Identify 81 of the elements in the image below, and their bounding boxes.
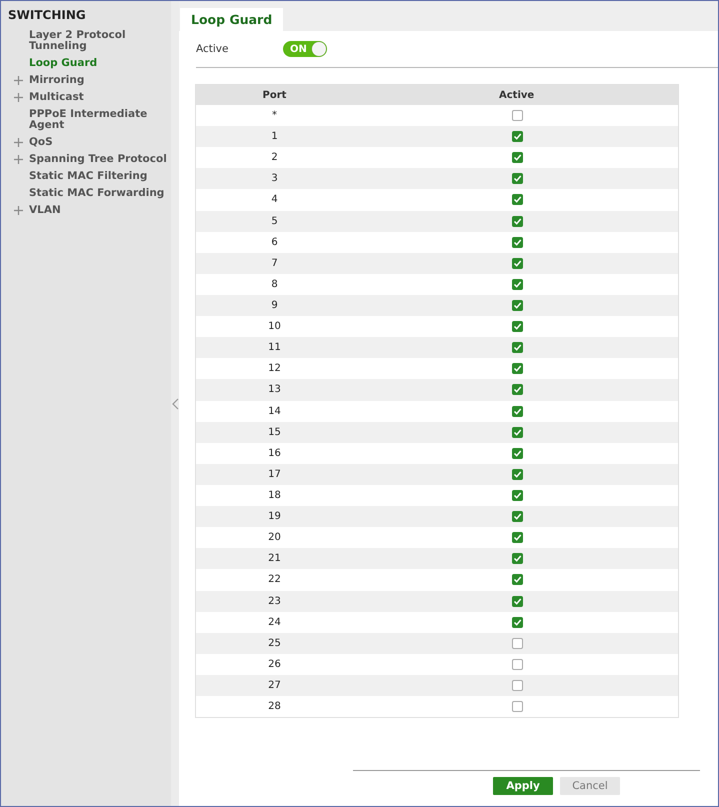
- table-cell-text: 22: [267, 574, 282, 586]
- table-cell-text: 26: [267, 658, 282, 670]
- checkbox[interactable]: [512, 490, 523, 502]
- table-cell-text: 16: [267, 448, 282, 459]
- collapse-chevron-icon[interactable]: [172, 398, 178, 410]
- table-cell-text: *: [271, 110, 278, 122]
- checkbox[interactable]: [512, 216, 523, 227]
- checkbox[interactable]: [512, 448, 523, 459]
- checkbox[interactable]: [512, 532, 523, 544]
- checkbox[interactable]: [512, 152, 523, 164]
- checkbox[interactable]: [512, 426, 523, 438]
- checkbox[interactable]: [512, 258, 523, 269]
- sidebar-item[interactable]: Layer 2 Protocol Tunneling: [1, 28, 171, 56]
- tab[interactable]: Loop Guard: [180, 8, 284, 31]
- checkbox[interactable]: [512, 173, 523, 184]
- sidebar-item[interactable]: Static MAC Filtering: [1, 169, 171, 186]
- table-cell-text: 12: [267, 363, 282, 374]
- checkbox[interactable]: [512, 553, 523, 564]
- table-cell-text: 9: [270, 300, 279, 312]
- checkbox[interactable]: [512, 384, 523, 396]
- cancel-button[interactable]: Cancel: [560, 777, 620, 795]
- table-cell-text: 21: [267, 553, 282, 564]
- checkbox[interactable]: [512, 468, 523, 480]
- checkbox[interactable]: [512, 342, 523, 354]
- sidebar-item[interactable]: VLAN: [1, 203, 171, 220]
- plus-icon: [14, 93, 23, 102]
- table-cell-text: 23: [267, 596, 282, 607]
- sidebar-item[interactable]: Spanning Tree Protocol: [1, 152, 171, 169]
- checkbox[interactable]: [512, 131, 523, 142]
- checkbox[interactable]: [512, 278, 523, 290]
- active-label: Active: [196, 43, 230, 55]
- table-cell-text: 28: [267, 701, 282, 712]
- table-cell-text: 5: [270, 216, 279, 227]
- checkbox[interactable]: [512, 701, 523, 712]
- table-cell-text: 13: [267, 384, 282, 396]
- checkbox[interactable]: [512, 236, 523, 248]
- apply-button[interactable]: Apply: [493, 777, 553, 795]
- sidebar-item[interactable]: Multicast: [1, 90, 171, 107]
- sidebar-item[interactable]: PPPoE Intermediate Agent: [1, 107, 171, 135]
- table-cell-text: 6: [270, 236, 279, 248]
- table-cell-text: 3: [270, 173, 279, 184]
- table-cell-text: 25: [267, 638, 282, 649]
- table-cell-text: 17: [267, 468, 282, 480]
- checkbox[interactable]: [512, 574, 523, 586]
- table-cell-text: 18: [267, 490, 282, 502]
- table-cell-text: 10: [267, 321, 282, 332]
- plus-icon: [14, 138, 23, 147]
- checkbox[interactable]: [512, 511, 523, 522]
- checkbox[interactable]: [512, 638, 523, 649]
- table-cell-text: 15: [267, 426, 282, 438]
- table-cell-text: 24: [267, 616, 282, 628]
- plus-icon: [14, 206, 23, 215]
- table-cell-text: 19: [267, 511, 282, 522]
- table-cell-text: 2: [270, 152, 279, 164]
- sidebar-item[interactable]: Loop Guard: [1, 56, 171, 73]
- checkbox[interactable]: [512, 596, 523, 607]
- checkbox[interactable]: [512, 110, 523, 122]
- table-cell-text: 7: [270, 258, 279, 269]
- checkbox[interactable]: [512, 194, 523, 206]
- sidebar-title: SWITCHING: [7, 8, 87, 22]
- checkbox[interactable]: [512, 363, 523, 374]
- column-header: Active: [498, 90, 536, 100]
- table-cell-text: 20: [267, 532, 282, 544]
- sidebar-item[interactable]: Static MAC Forwarding: [1, 186, 171, 203]
- checkbox[interactable]: [512, 658, 523, 670]
- table-cell-text: 11: [267, 342, 282, 354]
- table-cell-text: 14: [267, 406, 282, 417]
- plus-icon: [14, 155, 23, 164]
- sidebar-item[interactable]: Mirroring: [1, 73, 171, 90]
- table-cell-text: 4: [270, 194, 279, 206]
- checkbox[interactable]: [512, 406, 523, 417]
- checkbox[interactable]: [512, 321, 523, 332]
- column-header: Port: [262, 90, 288, 100]
- checkbox[interactable]: [512, 300, 523, 312]
- checkbox[interactable]: [512, 616, 523, 628]
- plus-icon: [14, 76, 23, 85]
- sidebar-item[interactable]: QoS: [1, 135, 171, 152]
- table-cell-text: 27: [267, 680, 282, 691]
- table-cell-text: 1: [270, 131, 279, 142]
- checkbox[interactable]: [512, 680, 523, 691]
- table-cell-text: 8: [270, 278, 279, 290]
